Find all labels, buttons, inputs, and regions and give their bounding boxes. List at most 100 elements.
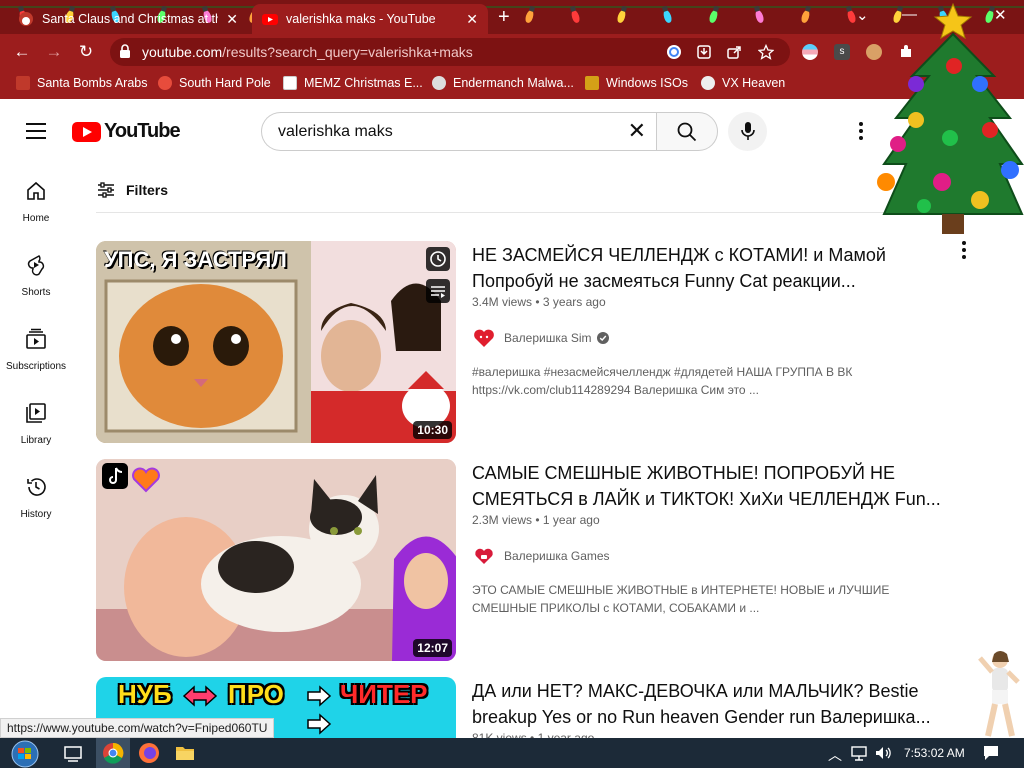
christmas-light-bulb [662, 9, 673, 24]
chrome-icon [103, 742, 124, 764]
guide-item-subscriptions[interactable]: Subscriptions [0, 328, 72, 374]
clear-search-icon[interactable]: ✕ [628, 120, 646, 142]
filters-label: Filters [126, 182, 169, 198]
search-query-text: valerishka maks [278, 123, 393, 140]
video-thumbnail[interactable]: УПС, Я ЗАСТРЯЛ 10:30 [96, 241, 456, 443]
windows-start-icon[interactable] [10, 740, 40, 768]
guide-label: Subscriptions [5, 361, 67, 372]
taskbar-clock[interactable]: 7:53:02 AM [904, 746, 965, 760]
christmas-light-bulb [570, 9, 581, 24]
home-icon [27, 181, 45, 200]
tab-title: valerishka maks - YouTube [286, 12, 436, 26]
filters-divider [96, 212, 956, 213]
add-to-queue-icon[interactable] [426, 279, 450, 303]
extensions-puzzle-icon[interactable] [898, 44, 914, 60]
install-app-icon[interactable] [696, 44, 712, 60]
thumbnail-word-pro: ПРО [228, 679, 284, 709]
bookmark-south-hard-pole[interactable]: South Hard Pole [158, 76, 271, 90]
google-lens-icon[interactable] [666, 44, 682, 60]
thumbnail-caption: УПС, Я ЗАСТРЯЛ [104, 247, 287, 272]
voice-search-button[interactable] [728, 112, 767, 151]
lock-icon [120, 44, 130, 58]
bookmark-santa-bombs[interactable]: Santa Bombs Arabs [16, 76, 147, 90]
action-center-notification-icon[interactable] [982, 744, 1000, 762]
search-button[interactable] [656, 112, 718, 151]
profile-avatar-icon[interactable] [866, 44, 882, 60]
folder-icon [585, 76, 599, 90]
bookmark-endermanch[interactable]: Endermanch Malwa... [432, 76, 574, 90]
filters-button[interactable]: Filters [96, 180, 168, 200]
bookmark-label: Windows ISOs [606, 76, 688, 90]
upload-age: 1 year ago [542, 513, 600, 527]
bookmark-vx-heaven[interactable]: VX Heaven [701, 76, 785, 90]
guide-label: Shorts [21, 287, 51, 298]
link-status-bubble: https://www.youtube.com/watch?v=Fniped06… [0, 718, 275, 738]
thumbnail-word-noob: НУБ [118, 679, 172, 709]
youtube-favicon-icon [262, 14, 278, 25]
video-action-menu-icon[interactable] [960, 241, 968, 261]
guide-item-shorts[interactable]: Shorts [0, 254, 72, 300]
firefox-icon[interactable] [138, 742, 160, 764]
channel-link[interactable]: Валеришка Games [472, 544, 610, 568]
back-arrow-icon[interactable]: ← [10, 40, 34, 64]
menu-hamburger-icon[interactable] [26, 123, 46, 139]
network-icon[interactable] [850, 744, 868, 762]
guide-item-library[interactable]: Library [0, 402, 72, 448]
bookmark-label: VX Heaven [722, 76, 786, 90]
youtube-logo[interactable]: YouTube [72, 120, 181, 143]
bookmark-label: South Hard Pole [179, 76, 271, 90]
tab-santa-claus[interactable]: Santa Claus and Christmas at the ✕ [8, 4, 248, 34]
thumbnail-word-cheater: ЧИТЕР [340, 679, 428, 709]
reload-icon[interactable]: ↻ [74, 40, 98, 64]
video-thumbnail[interactable]: 12:07 [96, 459, 456, 661]
tab-search-chevron-icon[interactable]: ⌄ [856, 6, 869, 24]
minimize-icon[interactable]: — [902, 6, 917, 23]
share-icon[interactable] [726, 44, 742, 60]
channel-name: Валеришка Games [504, 549, 610, 563]
url-text: youtube.com/results?search_query=valeris… [142, 44, 473, 60]
video-title[interactable]: НЕ ЗАСМЕЙСЯ ЧЕЛЛЕНДЖ с КОТАМИ! и Мамой П… [472, 242, 942, 294]
taskbar-chrome-active[interactable] [96, 738, 130, 768]
bookmark-star-icon[interactable] [758, 44, 774, 60]
task-view-icon[interactable] [62, 742, 84, 764]
volume-icon[interactable] [874, 744, 892, 762]
santa-icon [16, 76, 30, 90]
close-tab-icon[interactable]: ✕ [226, 11, 238, 28]
microphone-icon [741, 122, 755, 140]
close-tab-icon[interactable]: ✕ [466, 11, 478, 28]
guide-item-home[interactable]: Home [0, 180, 72, 226]
extension-flag-icon[interactable] [802, 44, 818, 60]
enderman-icon [432, 76, 446, 90]
guide-item-history[interactable]: History [0, 476, 72, 522]
bookmark-label: Santa Bombs Arabs [37, 76, 148, 90]
guide-label: History [20, 509, 52, 520]
forward-arrow-icon[interactable]: → [42, 40, 66, 64]
search-input[interactable]: valerishka maks ✕ [261, 112, 656, 151]
new-tab-icon[interactable]: + [498, 6, 510, 29]
youtube-play-icon [72, 121, 101, 142]
settings-more-icon[interactable] [852, 122, 870, 142]
channel-avatar-heart-icon [472, 326, 496, 350]
extension-s-icon[interactable]: s [834, 44, 850, 60]
video-title[interactable]: САМЫЕ СМЕШНЫЕ ЖИВОТНЫЕ! ПОПРОБУЙ НЕ СМЕЯ… [472, 460, 942, 512]
channel-link[interactable]: Валеришка Sim [472, 326, 609, 350]
filter-sliders-icon [98, 182, 114, 198]
watch-later-clock-icon[interactable] [426, 247, 450, 271]
channel-name: Валеришка Sim [504, 331, 592, 345]
christmas-light-bulb [616, 9, 627, 24]
file-explorer-folder-icon[interactable] [174, 742, 196, 764]
bookmark-windows-isos[interactable]: Windows ISOs [585, 76, 688, 90]
verified-badge-icon [596, 332, 609, 344]
show-hidden-icons-chevron-icon[interactable]: ︿ [828, 745, 842, 765]
close-window-icon[interactable]: ✕ [994, 6, 1007, 24]
youtube-header: YouTube valerishka maks ✕ [0, 100, 1024, 162]
channel-avatar-heart-icon [472, 544, 496, 568]
video-duration: 12:07 [413, 639, 452, 657]
windows-taskbar: ︿ 7:53:02 AM [0, 738, 1024, 768]
video-title[interactable]: ДА или НЕТ? МАКС-ДЕВОЧКА или МАЛЬЧИК? Be… [472, 678, 942, 730]
christmas-light-bulb [708, 9, 719, 24]
subscriptions-icon [26, 328, 46, 349]
tab-youtube[interactable]: valerishka maks - YouTube ✕ [252, 4, 488, 34]
bookmark-memz[interactable]: MEMZ Christmas E... [283, 76, 423, 90]
address-bar[interactable]: youtube.com/results?search_query=valeris… [110, 38, 790, 66]
